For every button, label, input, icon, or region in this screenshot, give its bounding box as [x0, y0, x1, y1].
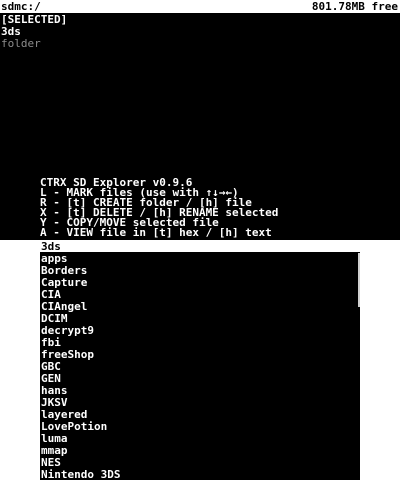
list-item[interactable]: CIA	[40, 289, 358, 301]
file-list: apps Borders Capture CIA CIAngel DCIM de…	[40, 253, 358, 481]
current-path: sdmc:/	[1, 0, 41, 13]
list-item[interactable]: Nintendo 3DS	[40, 469, 358, 481]
current-directory-header: 3ds	[40, 240, 360, 253]
top-screen: sdmc:/ 801.78MB free [SELECTED] 3ds fold…	[0, 0, 400, 240]
list-item[interactable]: CIAngel	[40, 301, 358, 313]
list-item[interactable]: LovePotion	[40, 421, 358, 433]
list-item[interactable]: GEN	[40, 373, 358, 385]
help-panel: CTRX SD Explorer v0.9.6 L - MARK files (u…	[40, 177, 278, 239]
list-item[interactable]: Capture	[40, 277, 358, 289]
list-item[interactable]: decrypt9	[40, 325, 358, 337]
status-bar: sdmc:/ 801.78MB free	[0, 0, 400, 13]
scrollbar[interactable]	[358, 253, 360, 307]
list-item[interactable]: mmap	[40, 445, 358, 457]
list-item[interactable]: apps	[40, 253, 358, 265]
free-space: 801.78MB free	[311, 0, 398, 13]
list-item[interactable]: hans	[40, 385, 358, 397]
list-item[interactable]: GBC	[40, 361, 358, 373]
list-item[interactable]: freeShop	[40, 349, 358, 361]
selection-panel: [SELECTED] 3ds folder	[1, 14, 67, 50]
help-line-view: A - VIEW file in [t] hex / [h] text	[40, 226, 272, 239]
list-item[interactable]: luma	[40, 433, 358, 445]
list-item[interactable]: Borders	[40, 265, 358, 277]
selected-item-folder[interactable]: folder	[1, 38, 67, 50]
list-item[interactable]: JKSV	[40, 397, 358, 409]
bottom-screen: 3ds apps Borders Capture CIA CIAngel DCI…	[40, 240, 360, 481]
